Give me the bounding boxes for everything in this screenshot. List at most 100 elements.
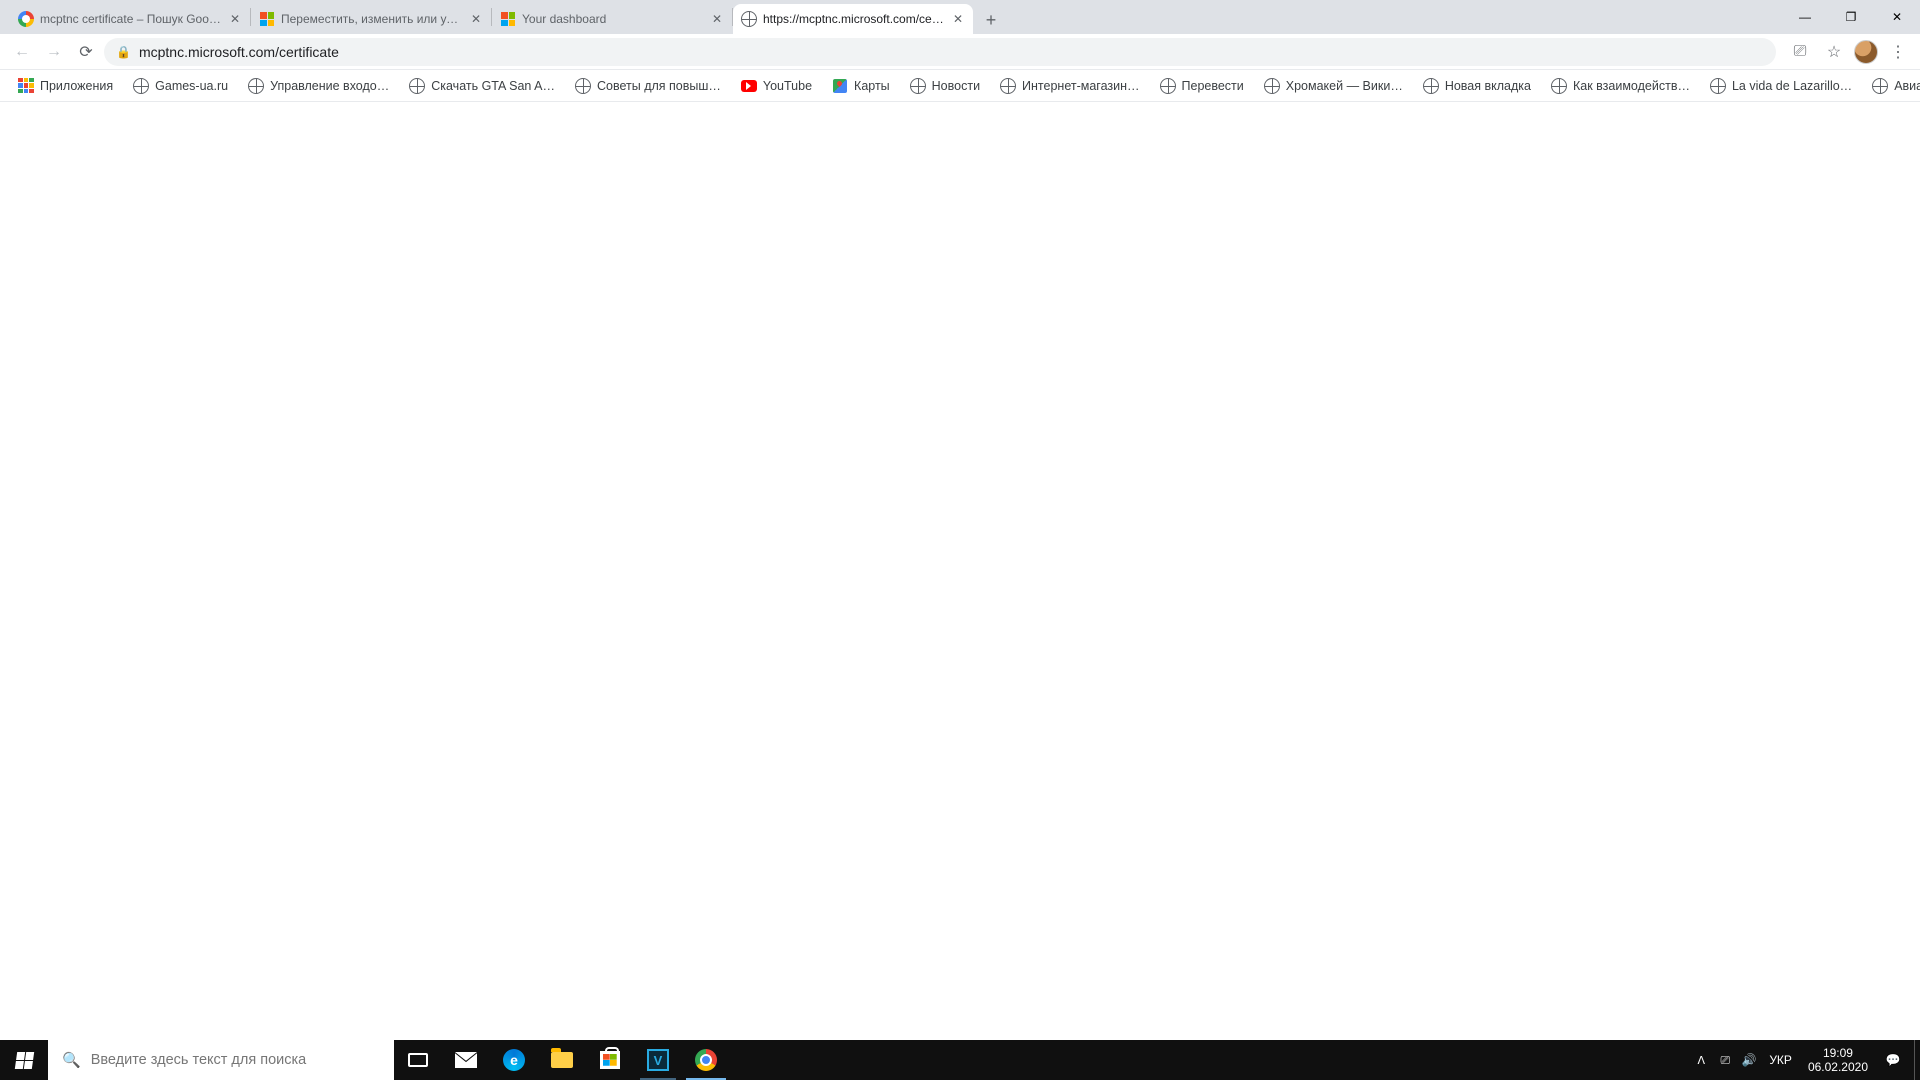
tray-network-icon[interactable]: ⎚	[1713, 1040, 1737, 1080]
tab-1[interactable]: Переместить, изменить или удалить ✕	[251, 4, 491, 34]
tray-language[interactable]: УКР	[1761, 1053, 1800, 1067]
bookmark-item[interactable]: Новая вкладка	[1415, 74, 1539, 98]
globe-icon	[1264, 78, 1280, 94]
bookmark-maps[interactable]: Карты	[824, 74, 898, 98]
bookmark-star-icon[interactable]: ☆	[1820, 38, 1848, 66]
chevron-up-icon: ᐱ	[1698, 1054, 1706, 1067]
show-desktop-button[interactable]	[1914, 1040, 1920, 1080]
taskbar-apps: V	[394, 1040, 730, 1080]
tab-title: https://mcptnc.microsoft.com/certificate	[763, 12, 945, 26]
desktop-share-icon[interactable]: ⎚	[1786, 38, 1814, 66]
google-icon	[18, 11, 34, 27]
folder-icon	[551, 1052, 573, 1068]
window-maximize-button[interactable]: ❐	[1828, 0, 1874, 34]
tab-strip: mcptnc certificate – Пошук Google ✕ Пере…	[0, 0, 1920, 34]
address-bar[interactable]: 🔒 mcptnc.microsoft.com/certificate	[104, 38, 1776, 66]
bookmark-label: Хромакей — Вики…	[1286, 79, 1403, 93]
bookmark-label: Games-ua.ru	[155, 79, 228, 93]
edge-icon	[503, 1049, 525, 1071]
reload-button[interactable]: ⟳	[72, 38, 100, 66]
window-minimize-button[interactable]: —	[1782, 0, 1828, 34]
globe-icon	[1551, 78, 1567, 94]
start-button[interactable]	[0, 1040, 48, 1080]
tray-notifications-button[interactable]: 💬	[1876, 1040, 1910, 1080]
bookmark-item[interactable]: Управление входо…	[240, 74, 397, 98]
globe-icon	[1872, 78, 1888, 94]
taskbar: 🔍 Введите здесь текст для поиска V ᐱ ⎚ 🔊…	[0, 1040, 1920, 1080]
bookmark-item[interactable]: Как взаимодейств…	[1543, 74, 1698, 98]
bookmark-item[interactable]: Советы для повыш…	[567, 74, 729, 98]
close-icon[interactable]: ✕	[469, 12, 483, 26]
bookmark-label: Скачать GTA San A…	[431, 79, 555, 93]
close-icon[interactable]: ✕	[228, 12, 242, 26]
tab-3-active[interactable]: https://mcptnc.microsoft.com/certificate…	[733, 4, 973, 34]
bookmark-label: Перевести	[1182, 79, 1244, 93]
bookmark-item[interactable]: Хромакей — Вики…	[1256, 74, 1411, 98]
globe-icon	[409, 78, 425, 94]
taskview-icon	[408, 1053, 428, 1067]
chrome-app-button[interactable]	[682, 1040, 730, 1080]
visio-icon: V	[647, 1049, 669, 1071]
bookmark-apps[interactable]: Приложения	[10, 74, 121, 98]
tray-clock[interactable]: 19:09 06.02.2020	[1800, 1046, 1876, 1074]
bookmark-item[interactable]: Скачать GTA San A…	[401, 74, 563, 98]
globe-icon	[1160, 78, 1176, 94]
globe-icon	[741, 11, 757, 27]
window-controls: — ❐ ✕	[1782, 0, 1920, 34]
store-app-button[interactable]	[586, 1040, 634, 1080]
bookmark-item[interactable]: La vida de Lazarillo…	[1702, 74, 1860, 98]
menu-icon[interactable]: ⋮	[1884, 38, 1912, 66]
tab-0[interactable]: mcptnc certificate – Пошук Google ✕	[10, 4, 250, 34]
globe-icon	[575, 78, 591, 94]
mail-app-button[interactable]	[442, 1040, 490, 1080]
new-tab-button[interactable]: +	[977, 6, 1005, 34]
close-icon[interactable]: ✕	[710, 12, 724, 26]
tray-volume-icon[interactable]: 🔊	[1737, 1040, 1761, 1080]
taskbar-search[interactable]: 🔍 Введите здесь текст для поиска	[48, 1040, 394, 1080]
mail-icon	[455, 1052, 477, 1068]
back-button[interactable]: ←	[8, 38, 36, 66]
microsoft-icon	[259, 11, 275, 27]
bookmark-label: Приложения	[40, 79, 113, 93]
search-placeholder: Введите здесь текст для поиска	[91, 1052, 307, 1068]
bookmark-label: La vida de Lazarillo…	[1732, 79, 1852, 93]
bookmark-label: Новая вкладка	[1445, 79, 1531, 93]
browser-toolbar: ← → ⟳ 🔒 mcptnc.microsoft.com/certificate…	[0, 34, 1920, 70]
globe-icon	[1000, 78, 1016, 94]
bookmark-item[interactable]: Games-ua.ru	[125, 74, 236, 98]
windows-icon	[14, 1052, 33, 1069]
globe-icon	[133, 78, 149, 94]
tab-2[interactable]: Your dashboard ✕	[492, 4, 732, 34]
explorer-app-button[interactable]	[538, 1040, 586, 1080]
window-close-button[interactable]: ✕	[1874, 0, 1920, 34]
maps-icon	[832, 78, 848, 94]
bookmark-item[interactable]: Авиабилеты	[1864, 74, 1920, 98]
system-tray: ᐱ ⎚ 🔊 УКР 19:09 06.02.2020 💬	[1689, 1040, 1920, 1080]
bookmark-item[interactable]: Интернет-магазин…	[992, 74, 1147, 98]
tray-time: 19:09	[1823, 1046, 1853, 1060]
bookmark-item[interactable]: Новости	[902, 74, 988, 98]
tab-title: mcptnc certificate – Пошук Google	[40, 12, 222, 26]
profile-avatar[interactable]	[1854, 40, 1878, 64]
close-icon[interactable]: ✕	[951, 12, 965, 26]
chrome-icon	[695, 1049, 717, 1071]
bookmark-label: Новости	[932, 79, 980, 93]
edge-app-button[interactable]	[490, 1040, 538, 1080]
microsoft-icon	[500, 11, 516, 27]
forward-button[interactable]: →	[40, 38, 68, 66]
bookmark-label: Управление входо…	[270, 79, 389, 93]
bookmark-youtube[interactable]: YouTube	[733, 74, 820, 98]
bookmark-label: Как взаимодейств…	[1573, 79, 1690, 93]
page-content	[0, 102, 1920, 1040]
bookmark-item[interactable]: Перевести	[1152, 74, 1252, 98]
lock-icon: 🔒	[116, 45, 131, 59]
tray-overflow-button[interactable]: ᐱ	[1689, 1040, 1713, 1080]
youtube-icon	[741, 78, 757, 94]
url-text: mcptnc.microsoft.com/certificate	[139, 44, 339, 60]
globe-icon	[248, 78, 264, 94]
bookmark-label: Авиабилеты	[1894, 79, 1920, 93]
tab-title: Your dashboard	[522, 12, 704, 26]
taskview-button[interactable]	[394, 1040, 442, 1080]
tab-title: Переместить, изменить или удалить	[281, 12, 463, 26]
visio-app-button[interactable]: V	[634, 1040, 682, 1080]
